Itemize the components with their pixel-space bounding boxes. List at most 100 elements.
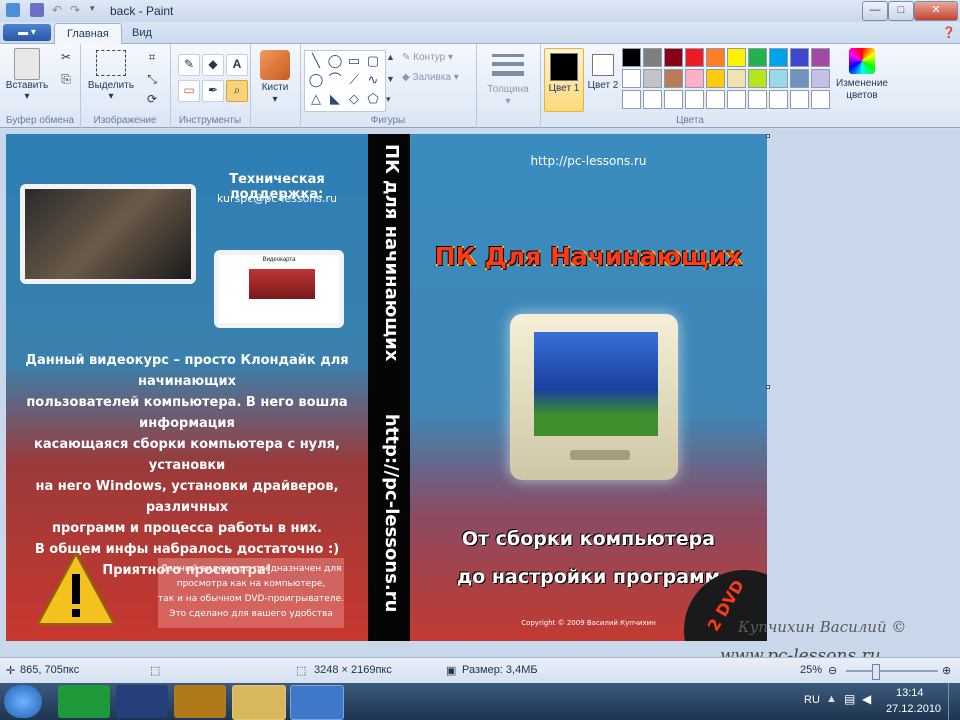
tray-expand-icon[interactable]: ▲ (826, 693, 837, 705)
thumbnail-frame-2: Видеокарта (214, 250, 344, 328)
palette-swatch[interactable] (685, 69, 704, 88)
text-icon[interactable]: A (226, 54, 248, 76)
cut-icon[interactable]: ✂ (56, 48, 76, 68)
image-canvas[interactable]: Техническая поддержка: kurspc@pc-lessons… (6, 134, 767, 641)
edit-colors-button[interactable]: Изменение цветов (834, 48, 890, 102)
gallery-up-icon[interactable]: ▲ (386, 52, 395, 62)
taskbar-save-icon[interactable] (116, 685, 168, 718)
palette-swatch[interactable] (790, 90, 809, 109)
shape-icon[interactable]: ◯ (326, 53, 344, 69)
group-brushes[interactable]: Кисти ▾ (250, 44, 301, 128)
palette-swatch[interactable] (685, 48, 704, 67)
save-icon[interactable] (30, 3, 44, 17)
paint-menu-button[interactable]: ▬ ▾ (3, 24, 51, 41)
front-url: http://pc-lessons.ru (530, 154, 647, 168)
clock-time[interactable]: 13:14 (896, 687, 924, 699)
redo-icon[interactable]: ↷ (70, 3, 84, 17)
palette-swatch[interactable] (748, 90, 767, 109)
paste-button[interactable]: Вставить ▾ (4, 48, 50, 102)
eraser-icon[interactable]: ▭ (178, 80, 200, 102)
color-picker-icon[interactable]: ✒ (202, 80, 224, 102)
palette-swatch[interactable] (622, 69, 641, 88)
volume-icon[interactable]: ◀ (862, 692, 871, 706)
palette-swatch[interactable] (664, 69, 683, 88)
tab-home[interactable]: Главная (54, 23, 122, 45)
palette-swatch[interactable] (643, 69, 662, 88)
undo-icon[interactable]: ↶ (52, 3, 66, 17)
start-button[interactable] (4, 685, 42, 718)
zoom-slider-thumb[interactable] (872, 664, 880, 680)
palette-swatch[interactable] (643, 48, 662, 67)
shape-icon[interactable]: ⬠ (364, 91, 382, 107)
palette-swatch[interactable] (622, 90, 641, 109)
network-icon[interactable]: ▤ (844, 692, 855, 706)
palette-swatch[interactable] (769, 69, 788, 88)
palette-swatch[interactable] (727, 48, 746, 67)
resize-handle-right[interactable] (766, 385, 770, 389)
fill-dropdown[interactable]: ◆ Заливка ▾ (402, 72, 459, 83)
shape-icon[interactable]: ⌒ (326, 72, 344, 88)
resize-handle-corner[interactable] (766, 134, 770, 138)
palette-swatch[interactable] (727, 90, 746, 109)
shape-icon[interactable]: ◇ (345, 91, 363, 107)
show-desktop-button[interactable] (948, 683, 960, 720)
palette-swatch[interactable] (727, 69, 746, 88)
shapes-gallery[interactable]: ╲ ◯ ▭ ▢ ◯ ⌒ ⟋ ∿ △ ◣ ◇ ⬠ (304, 50, 386, 112)
palette-swatch[interactable] (790, 48, 809, 67)
tab-view[interactable]: Вид (120, 23, 164, 44)
palette-swatch[interactable] (811, 69, 830, 88)
shape-icon[interactable]: ▢ (364, 53, 382, 69)
taskbar-utorrent-icon[interactable] (58, 685, 110, 718)
shape-icon[interactable]: ∿ (364, 72, 382, 88)
crop-icon[interactable]: ⌗ (142, 48, 162, 68)
palette-swatch[interactable] (664, 90, 683, 109)
palette-swatch[interactable] (664, 48, 683, 67)
palette-swatch[interactable] (643, 90, 662, 109)
palette-swatch[interactable] (790, 69, 809, 88)
palette-swatch[interactable] (622, 48, 641, 67)
color2-button[interactable]: Цвет 2 (586, 48, 620, 110)
resize-icon[interactable]: ⤡ (142, 70, 162, 90)
pencil-icon[interactable]: ✎ (178, 54, 200, 76)
palette-swatch[interactable] (769, 48, 788, 67)
palette-swatch[interactable] (685, 90, 704, 109)
palette-swatch[interactable] (769, 90, 788, 109)
color1-button[interactable]: Цвет 1 (544, 48, 584, 112)
taskbar-explorer-icon[interactable] (232, 685, 286, 720)
palette-swatch[interactable] (706, 69, 725, 88)
customize-toolbar-icon[interactable]: ▾ (90, 3, 104, 17)
clock-date[interactable]: 27.12.2010 (886, 703, 941, 715)
maximize-button[interactable]: □ (888, 1, 914, 21)
rotate-icon[interactable]: ⟳ (142, 90, 162, 110)
palette-swatch[interactable] (706, 48, 725, 67)
taskbar-app-icon[interactable] (174, 685, 226, 718)
help-icon[interactable]: ❓ (942, 26, 956, 39)
gallery-expand-icon[interactable]: ▾ (386, 94, 391, 105)
shape-icon[interactable]: ⟋ (345, 72, 363, 88)
outline-dropdown[interactable]: ✎ Контур ▾ (402, 52, 453, 63)
copy-icon[interactable]: ⎘ (56, 70, 76, 90)
palette-swatch[interactable] (811, 90, 830, 109)
shape-icon[interactable]: ╲ (307, 53, 325, 69)
palette-swatch[interactable] (748, 48, 767, 67)
taskbar-paint-icon[interactable] (290, 685, 344, 720)
language-indicator[interactable]: RU (804, 694, 820, 706)
close-button[interactable]: ✕ (914, 1, 958, 21)
paint-app-icon[interactable] (6, 3, 20, 17)
shape-icon[interactable]: △ (307, 91, 325, 107)
select-button[interactable]: Выделить ▾ (86, 48, 136, 102)
palette-swatch[interactable] (748, 69, 767, 88)
zoom-slider[interactable] (846, 664, 938, 680)
shape-icon[interactable]: ◣ (326, 91, 344, 107)
zoom-out-button[interactable]: ⊖ (828, 664, 837, 677)
palette-swatch[interactable] (811, 48, 830, 67)
minimize-button[interactable]: — (862, 1, 888, 21)
gallery-down-icon[interactable]: ▼ (386, 74, 395, 84)
shape-icon[interactable]: ▭ (345, 53, 363, 69)
palette-swatch[interactable] (706, 90, 725, 109)
fill-icon[interactable]: ◆ (202, 54, 224, 76)
zoom-in-button[interactable]: ⊕ (942, 664, 951, 677)
magnifier-icon[interactable]: ⌕ (226, 80, 248, 102)
shape-icon[interactable]: ◯ (307, 72, 325, 88)
group-size[interactable]: Толщина ▾ (476, 44, 541, 128)
